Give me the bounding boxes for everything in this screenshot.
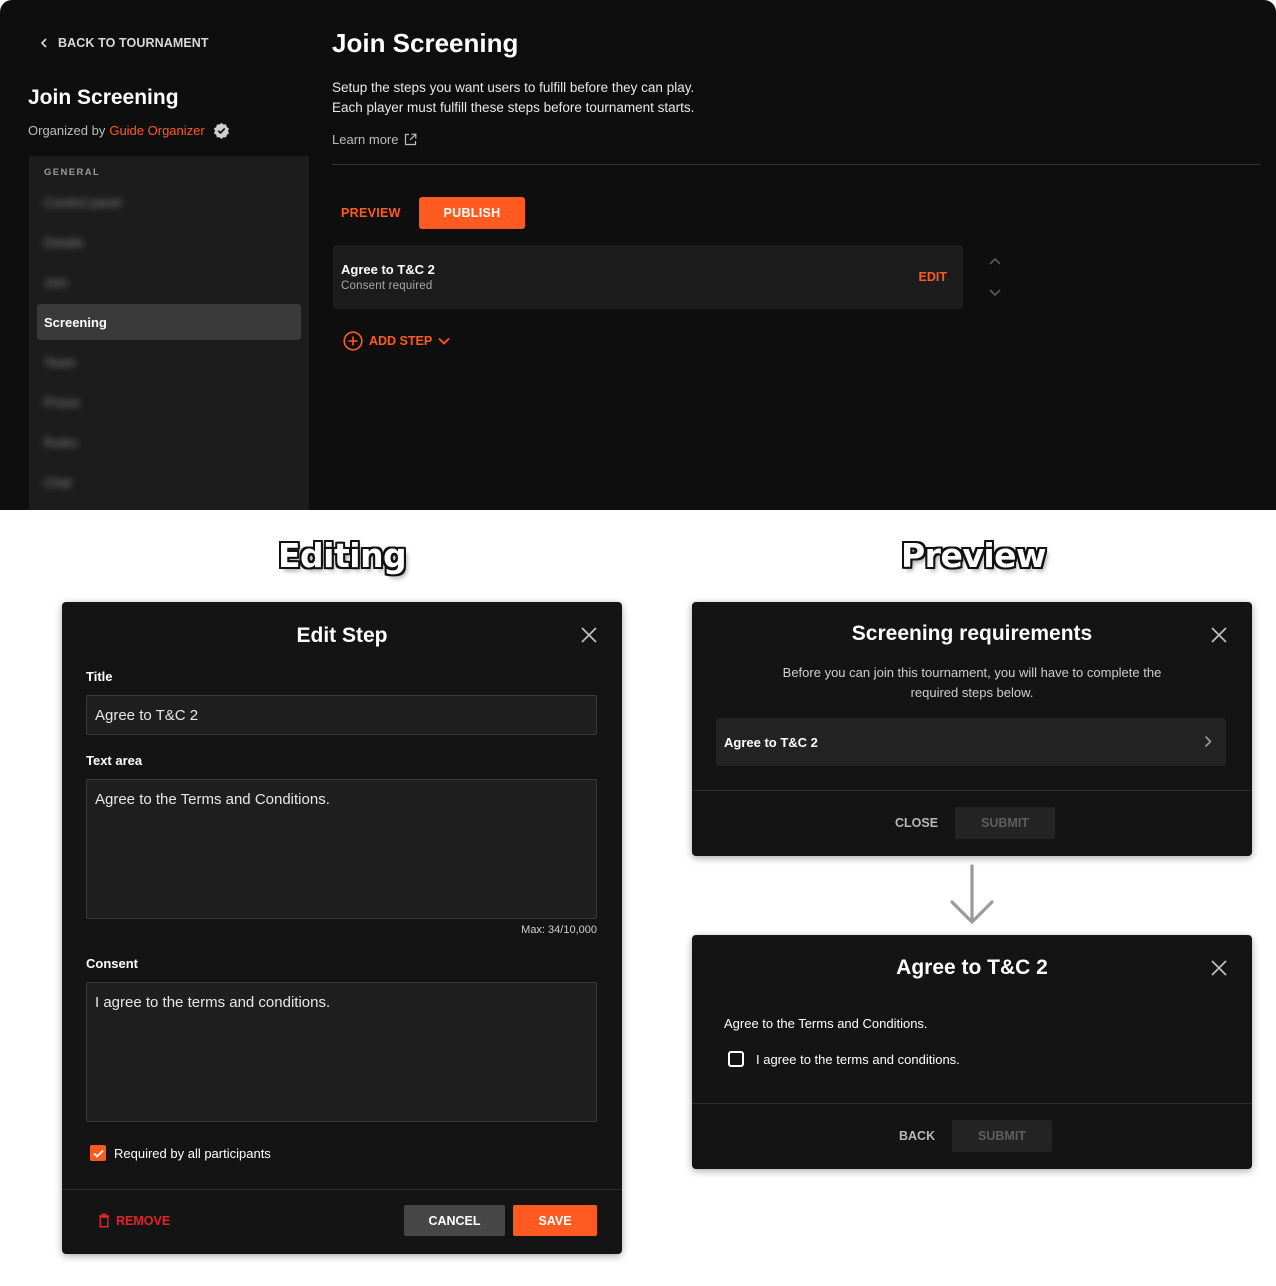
close-button[interactable]: CLOSE [895,816,938,830]
description-line-2: Each player must fulfill these steps bef… [332,100,695,115]
footer-divider [692,790,1252,791]
editing-heading: Editing [278,536,407,575]
sidebar-item-label: Prizes [44,394,81,410]
step-title: Agree to T&C 2 [341,262,435,277]
checkbox-checked-icon [90,1145,106,1161]
trash-icon [99,1213,109,1228]
checkbox-unchecked-icon [728,1051,744,1067]
close-icon[interactable] [580,626,598,644]
back-link-label: BACK TO TOURNAMENT [58,36,209,50]
preview-heading: Preview [901,536,1047,575]
back-to-tournament-link[interactable]: BACK TO TOURNAMENT [40,36,209,50]
arrow-down-icon [950,864,994,924]
step-subtitle: Consent required [341,280,433,292]
move-step-down-icon[interactable] [985,285,1005,301]
screening-description-line-2: required steps below. [910,685,1034,700]
edit-step-button[interactable]: EDIT [919,270,947,284]
sidebar-item-rules[interactable]: Rules [37,424,301,460]
sidebar-item-prizes[interactable]: Prizes [37,384,301,420]
submit-button-disabled[interactable]: SUBMIT [955,807,1055,839]
sidebar-item-chat[interactable]: Chat [37,464,301,500]
organized-by: Organized by Guide Organizer [28,122,230,139]
chevron-left-icon [40,38,47,48]
move-step-up-icon[interactable] [985,253,1005,269]
character-counter: Max: 34/10,000 [521,924,597,936]
screening-requirements-modal: Screening requirements Before you can jo… [692,602,1252,856]
edit-step-modal: Edit Step Title Text area Agree to the T… [62,602,622,1254]
agree-checkbox-label: I agree to the terms and conditions. [756,1051,960,1067]
sidebar-item-label: Team [44,354,76,370]
sidebar-item-label: Chat [44,474,72,490]
step-card: Agree to T&C 2 Consent required EDIT [333,245,963,309]
footer-divider [62,1189,622,1190]
agree-checkbox[interactable]: I agree to the terms and conditions. [728,1051,960,1067]
publish-button[interactable]: PUBLISH [419,197,525,229]
learn-more-link[interactable]: Learn more [332,132,417,147]
title-label: Title [86,669,113,684]
sidebar-item-label: Details [44,234,84,250]
sidebar-item-label: Screening [44,314,107,330]
verified-badge-icon [213,122,229,139]
modal-title: Screening requirements [851,622,1093,645]
sidebar-nav: GENERAL Control panel Details Join Scree… [29,156,309,510]
chevron-right-icon [1204,735,1212,748]
title-input[interactable] [86,695,597,735]
sidebar-title: Join Screening [28,86,179,109]
tc-text: Agree to the Terms and Conditions. [724,1016,928,1031]
consent-input[interactable]: I agree to the terms and conditions. [86,982,597,1122]
requirement-item[interactable]: Agree to T&C 2 [716,718,1226,766]
required-label: Required by all participants [114,1145,271,1161]
learn-more-label: Learn more [332,132,399,147]
preview-button[interactable]: PREVIEW [333,197,409,229]
add-step-label: ADD STEP [369,334,433,348]
description-line-1: Setup the steps you want users to fulfil… [332,80,695,95]
screening-description-line-1: Before you can join this tournament, you… [782,665,1162,680]
page-description: Setup the steps you want users to fulfil… [332,78,694,118]
cancel-button[interactable]: CANCEL [404,1205,505,1236]
sidebar-item-label: Control panel [44,194,122,210]
add-step-button[interactable]: ADD STEP [343,331,450,351]
divider [332,164,1261,165]
text-area-input[interactable]: Agree to the Terms and Conditions. [86,779,597,919]
screening-description: Before you can join this tournament, you… [716,663,1228,703]
text-area-label: Text area [86,753,143,768]
save-button[interactable]: SAVE [513,1205,597,1236]
back-button[interactable]: BACK [899,1129,935,1143]
modal-title: Agree to T&C 2 [896,956,1048,979]
close-icon[interactable] [1210,959,1228,977]
sidebar-item-label: Rules [44,434,78,450]
sidebar-item-details[interactable]: Details [37,224,301,260]
modal-title: Edit Step [296,624,388,647]
requirement-title: Agree to T&C 2 [724,735,818,750]
remove-label: REMOVE [116,1213,171,1228]
submit-button-disabled[interactable]: SUBMIT [952,1120,1052,1152]
required-checkbox[interactable]: Required by all participants [90,1145,271,1161]
footer-divider [692,1103,1252,1104]
remove-button[interactable]: REMOVE [98,1213,170,1228]
sidebar-item-label: Join [44,274,68,290]
chevron-down-icon [438,337,450,345]
tournament-settings-screen: BACK TO TOURNAMENT Join Screening Organi… [0,0,1276,510]
sidebar-item-control-panel[interactable]: Control panel [37,184,301,220]
sidebar-item-team[interactable]: Team [37,344,301,380]
nav-section-general: GENERAL [44,167,101,178]
organizer-link[interactable]: Guide Organizer [109,123,204,138]
sidebar-item-join[interactable]: Join [37,264,301,300]
agree-tc-modal: Agree to T&C 2 Agree to the Terms and Co… [692,935,1252,1169]
organized-prefix: Organized by [28,123,106,138]
external-link-icon [405,133,417,146]
close-icon[interactable] [1210,626,1228,644]
sidebar-item-screening[interactable]: Screening [37,304,301,340]
consent-label: Consent [86,956,138,971]
page-title: Join Screening [332,28,519,58]
add-circle-icon [343,331,363,351]
